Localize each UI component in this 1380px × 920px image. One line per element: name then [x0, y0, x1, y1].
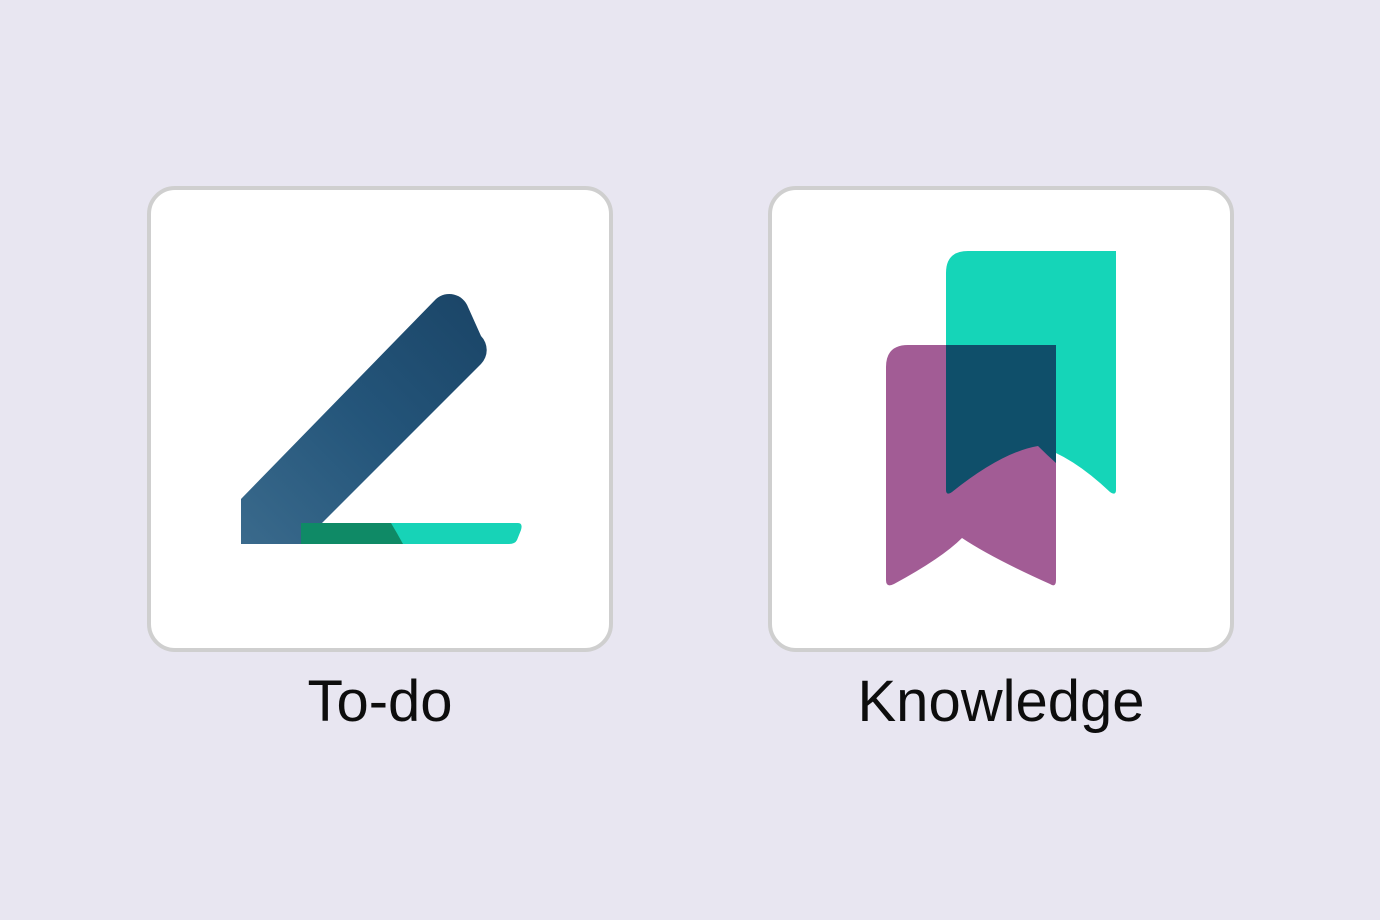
app-label-todo[interactable]: To-do [147, 664, 613, 740]
app-tile-knowledge[interactable] [768, 186, 1234, 652]
bookmarks-icon [772, 190, 1230, 648]
pencil-check-icon [151, 190, 609, 648]
app-label-knowledge[interactable]: Knowledge [768, 664, 1234, 740]
app-tile-todo[interactable] [147, 186, 613, 652]
